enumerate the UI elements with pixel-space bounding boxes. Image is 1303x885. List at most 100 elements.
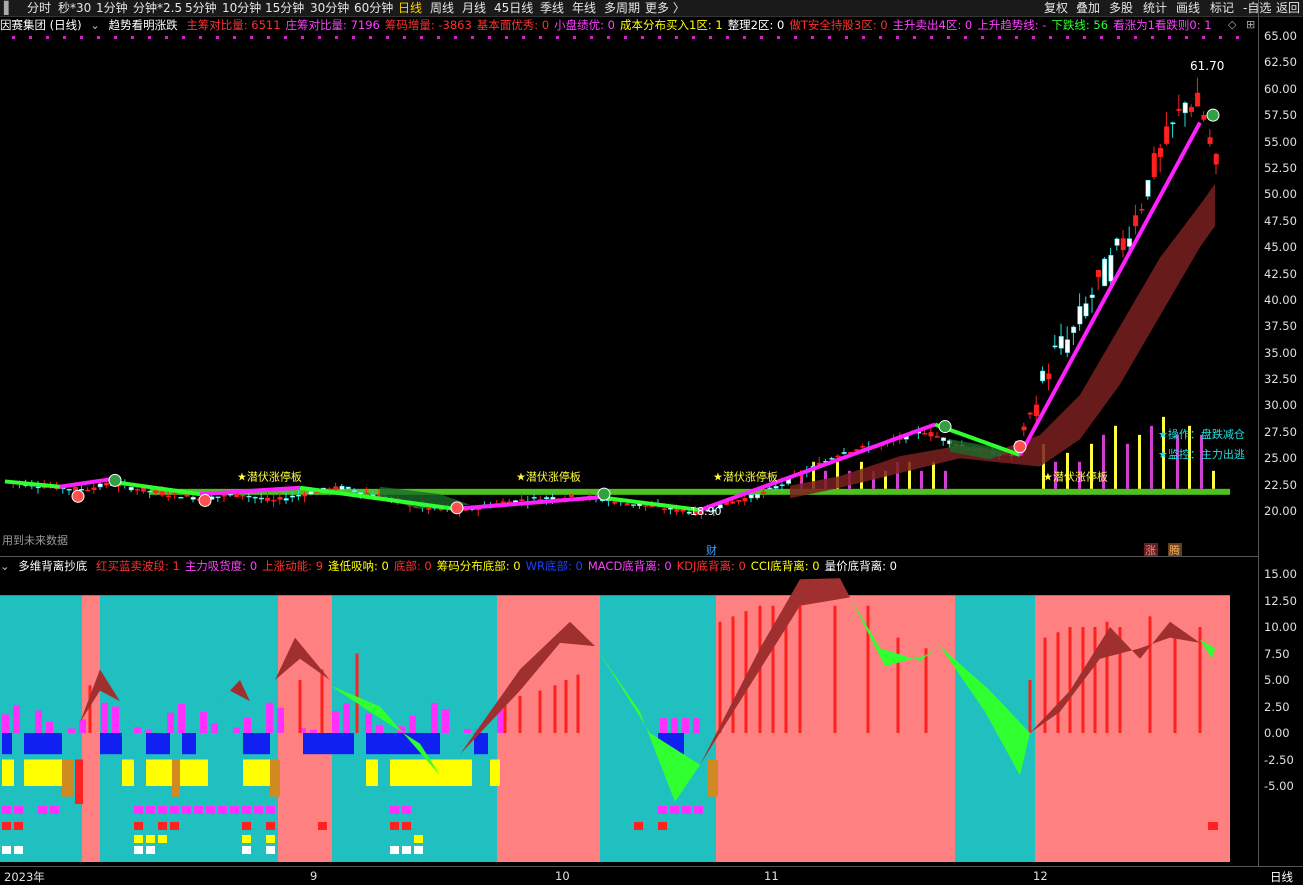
toolbar-item-14[interactable]: 年线 (572, 0, 596, 16)
toolbar-item-1[interactable]: 秒*30 (58, 0, 91, 16)
signal-square (134, 806, 143, 814)
dot-marker (63, 36, 66, 39)
signal-circle-icon (108, 473, 122, 487)
volume-mini-bar (2, 714, 9, 733)
dot-marker (879, 36, 882, 39)
toolbar-item-0[interactable]: 分时 (27, 0, 51, 16)
candle-body (568, 494, 574, 497)
sub-indicator-title[interactable]: 多维背离抄底 (18, 558, 87, 574)
candle-body (1170, 122, 1176, 125)
wr-bar (2, 733, 12, 755)
toolbar-item-8[interactable]: 60分钟 (354, 0, 393, 16)
divergence-indicator-chart[interactable] (0, 574, 1258, 866)
toolbar-right-item-0[interactable]: 复权 (1044, 0, 1068, 16)
signal-square (134, 822, 143, 830)
toolbar-right-item-2[interactable]: 多股 (1109, 0, 1133, 16)
candle-body (767, 487, 773, 490)
price-tick-label: 20.00 (1264, 504, 1297, 518)
indicator-stat-0: 红买蓝卖波段: 1 (95, 559, 180, 573)
dot-marker (1100, 36, 1103, 39)
volume-mini-bar (431, 702, 438, 733)
pane-divider[interactable] (0, 556, 1258, 557)
indicator-tick-label: 7.50 (1264, 646, 1290, 661)
candle-body (85, 489, 91, 492)
toolbar-item-16[interactable]: 更多 〉 (645, 0, 685, 16)
toolbar-item-6[interactable]: 15分钟 (265, 0, 304, 16)
dot-marker (165, 36, 168, 39)
header-stat-2: 筹码增量: -3863 (384, 18, 472, 32)
candle-body (1089, 294, 1095, 298)
dot-marker (1083, 36, 1086, 39)
signal-circle-icon (938, 420, 952, 434)
candle-body (1058, 336, 1064, 349)
panel-toggle-icon[interactable]: ▌ (4, 0, 13, 16)
dot-marker (1134, 36, 1137, 39)
candle-body (308, 491, 314, 495)
dot-marker (590, 36, 593, 39)
toolbar-right-item-4[interactable]: 画线 (1176, 0, 1200, 16)
dot-marker (148, 36, 151, 39)
candlestick-chart[interactable]: 61.70 18.90 ★潜伏涨停板 ★潜伏涨停板 ★潜伏涨停板 ★潜伏涨停板财 涨 腾 (0, 36, 1258, 556)
candle-body (221, 494, 227, 497)
toolbar-item-10[interactable]: 周线 (430, 0, 454, 16)
volume-mini-bar (46, 721, 53, 733)
candle-body (258, 497, 264, 500)
teng-badge: 腾 (1169, 543, 1180, 556)
candle-body (345, 486, 351, 489)
volume-mini-bar (660, 718, 667, 733)
signal-square (318, 822, 327, 830)
toolbar-item-4[interactable]: 5分钟 (185, 0, 217, 16)
dot-marker (998, 36, 1001, 39)
signal-square (206, 806, 215, 814)
candle-body (1201, 114, 1207, 120)
candle-body (97, 483, 103, 488)
period-label[interactable]: 日线 (1270, 869, 1293, 885)
toolbar-item-7[interactable]: 30分钟 (310, 0, 349, 16)
signal-circle-icon (198, 493, 212, 507)
diamond-icon[interactable]: ◇ (1228, 18, 1236, 31)
dot-marker (964, 36, 967, 39)
candle-body (302, 494, 308, 497)
signal-square (194, 806, 203, 814)
candle-body (252, 496, 258, 499)
candle-body (1133, 215, 1139, 227)
volume-mini-bar (310, 729, 317, 733)
wr-bar (243, 733, 270, 755)
candle-body (271, 499, 277, 502)
toolbar-item-9[interactable]: 日线 (398, 0, 422, 16)
candle-body (227, 494, 233, 496)
toolbar-right-item-3[interactable]: 统计 (1143, 0, 1167, 16)
toolbar-item-13[interactable]: 季线 (540, 0, 564, 16)
header-stat-10: 下跌线: 56 (1051, 18, 1109, 32)
candle-body (134, 489, 140, 491)
indicator-tick-label: 10.00 (1264, 620, 1297, 634)
toolbar-right-item-1[interactable]: 叠加 (1076, 0, 1100, 16)
candle-body (246, 495, 252, 498)
toolbar-item-3[interactable]: 分钟*2.5 (133, 0, 182, 16)
candle-body (1176, 108, 1182, 111)
signal-square (146, 835, 155, 843)
collapse-icon[interactable]: ⌄ (90, 17, 100, 33)
candle-body (1207, 137, 1213, 144)
signal-square (658, 806, 667, 814)
candle-body (1145, 180, 1151, 197)
toolbar-item-15[interactable]: 多周期 (604, 0, 640, 16)
toolbar-item-12[interactable]: 45日线 (494, 0, 533, 16)
expand-icon[interactable]: ⊞ (1246, 18, 1255, 31)
dot-marker (29, 36, 32, 39)
toolbar-item-2[interactable]: 1分钟 (96, 0, 128, 16)
toolbar-item-11[interactable]: 月线 (462, 0, 486, 16)
limit-up-tag: ★潜伏涨停板 (1043, 469, 1108, 483)
time-tick-label: 11 (764, 869, 779, 883)
zone-band (497, 595, 600, 862)
indicator-title[interactable]: 趋势看明涨跌 (109, 17, 178, 33)
volume-mini-bar (682, 718, 689, 733)
future-data-note: 用到未来数据 (2, 534, 68, 547)
toolbar-right-item-5[interactable]: 标记 (1210, 0, 1234, 16)
candle-body (128, 487, 134, 491)
signal-square (50, 806, 59, 814)
toolbar-item-5[interactable]: 10分钟 (222, 0, 261, 16)
price-tick-label: 52.50 (1264, 160, 1297, 175)
candle-body (296, 494, 302, 497)
collapse-icon-2[interactable]: ⌄ (0, 558, 10, 574)
